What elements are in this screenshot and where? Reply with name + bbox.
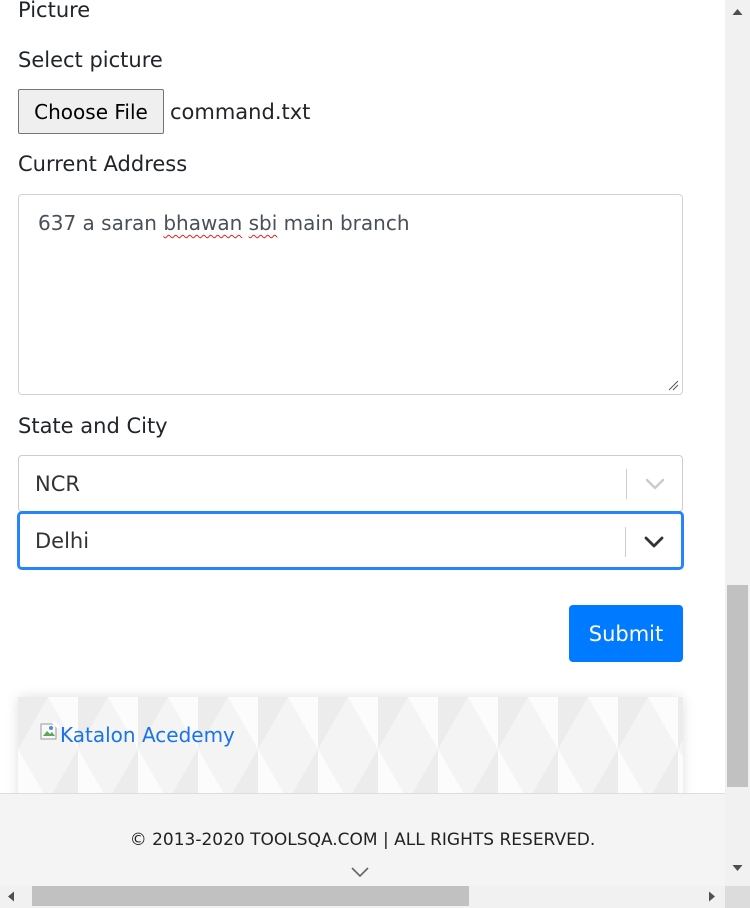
state-select[interactable]: NCR	[18, 455, 683, 512]
broken-image-icon	[40, 721, 60, 740]
chevron-down-icon[interactable]	[643, 533, 665, 551]
vertical-scrollbar[interactable]	[725, 0, 750, 886]
katalon-banner-alt-text: Katalon Acedemy	[60, 723, 235, 747]
chevron-down-icon[interactable]	[644, 475, 666, 493]
address-text-part: 637 a saran	[38, 211, 164, 235]
resize-grip-icon[interactable]	[667, 379, 679, 391]
choose-file-button[interactable]: Choose File	[18, 89, 164, 134]
scroll-up-arrow-icon[interactable]	[732, 8, 743, 16]
chevron-down-icon[interactable]	[350, 866, 370, 878]
katalon-banner-link[interactable]: Katalon Acedemy	[40, 721, 235, 747]
select-separator	[625, 527, 626, 557]
page-viewport: Picture Select picture Choose File comma…	[0, 0, 725, 886]
horizontal-scrollbar[interactable]	[0, 886, 725, 908]
address-text-part: main branch	[277, 211, 410, 235]
scroll-down-arrow-icon[interactable]	[732, 864, 743, 872]
scrollbar-corner	[725, 886, 750, 908]
address-misspelled-word: sbi	[248, 211, 278, 235]
state-selected-value: NCR	[35, 472, 80, 496]
city-selected-value: Delhi	[35, 529, 90, 553]
footer: © 2013-2020 TOOLSQA.COM | ALL RIGHTS RES…	[0, 793, 725, 886]
footer-copyright: © 2013-2020 TOOLSQA.COM | ALL RIGHTS RES…	[129, 830, 596, 850]
current-address-label: Current Address	[18, 152, 188, 176]
current-address-textarea[interactable]: 637 a saran bhawan sbi main branch	[18, 194, 683, 395]
horizontal-scroll-thumb[interactable]	[32, 886, 469, 906]
city-select[interactable]: Delhi	[18, 512, 683, 569]
selected-file-name: command.txt	[170, 100, 311, 124]
scroll-left-arrow-icon[interactable]	[7, 891, 15, 902]
state-city-label: State and City	[18, 414, 168, 438]
picture-label: Picture	[18, 0, 91, 22]
address-misspelled-word: bhawan	[163, 211, 243, 235]
select-picture-label: Select picture	[18, 48, 163, 72]
scroll-right-arrow-icon[interactable]	[708, 891, 716, 902]
submit-button[interactable]: Submit	[569, 605, 683, 662]
vertical-scroll-thumb[interactable]	[727, 585, 748, 787]
select-separator	[626, 469, 627, 499]
